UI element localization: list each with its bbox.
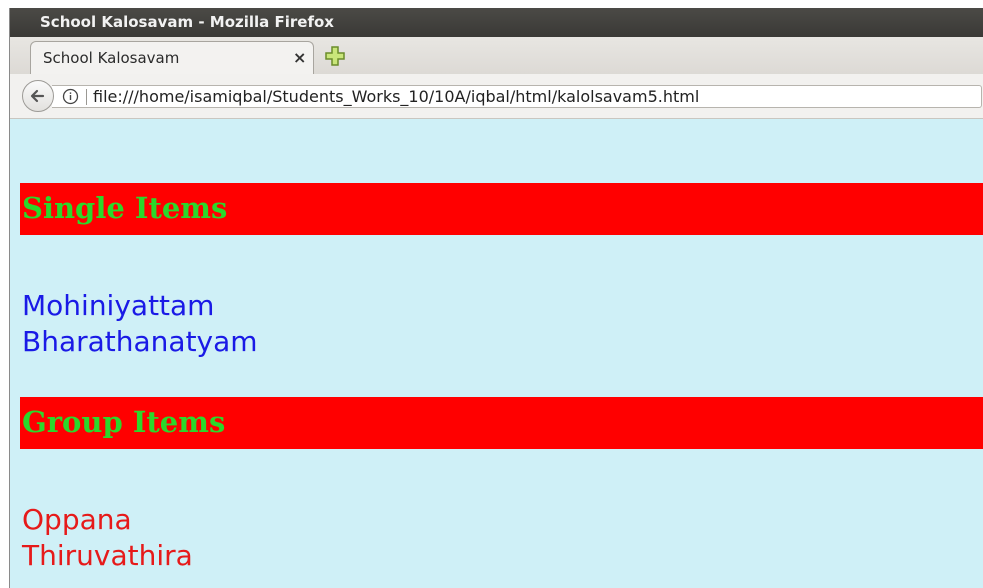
info-icon[interactable] (62, 88, 79, 105)
window-title: School Kalosavam - Mozilla Firefox (40, 13, 334, 31)
url-separator (86, 89, 87, 105)
page-content: Single Items Mohiniyattam Bharathanatyam… (10, 119, 983, 588)
tab-label: School Kalosavam (43, 49, 180, 67)
list-item: Thiruvathira (22, 539, 193, 572)
window-titlebar: School Kalosavam - Mozilla Firefox (10, 8, 983, 37)
list-item: Oppana (22, 503, 132, 536)
url-bar[interactable]: file:///home/isamiqbal/Students_Works_10… (52, 85, 982, 108)
list-item: Mohiniyattam (22, 289, 215, 322)
heading-single-items: Single Items (20, 183, 983, 235)
browser-window: School Kalosavam - Mozilla Firefox Schoo… (9, 8, 983, 588)
navigation-toolbar: file:///home/isamiqbal/Students_Works_10… (10, 74, 983, 119)
heading-group-items: Group Items (20, 397, 983, 449)
url-text[interactable]: file:///home/isamiqbal/Students_Works_10… (93, 87, 699, 106)
tab-close-icon[interactable]: × (293, 48, 306, 67)
list-item: Bharathanatyam (22, 325, 258, 358)
back-arrow-icon[interactable] (22, 80, 54, 112)
new-tab-plus-icon[interactable] (323, 44, 347, 68)
tab-school-kalosavam[interactable]: School Kalosavam × (30, 41, 314, 74)
